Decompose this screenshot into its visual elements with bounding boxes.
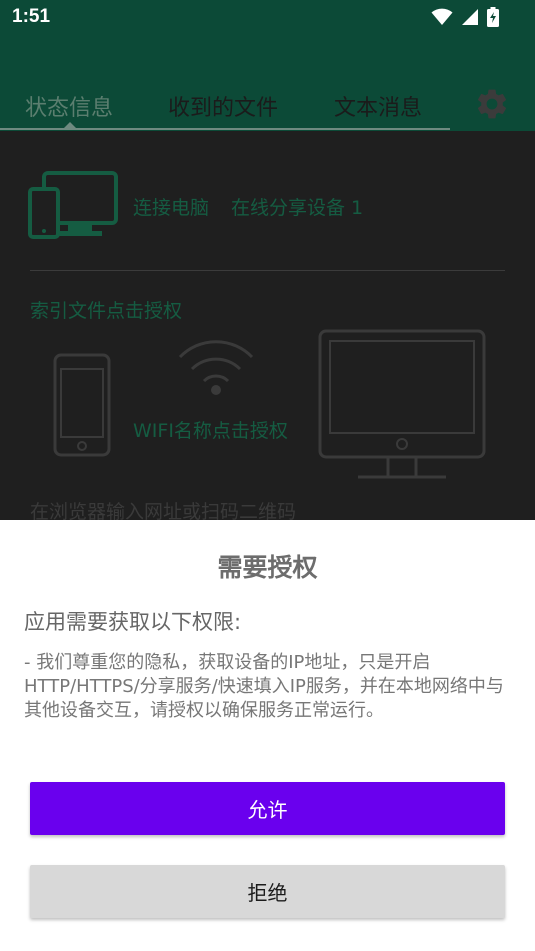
app-bar: 状态信息 收到的文件 文本消息	[0, 36, 535, 131]
connect-pc-link[interactable]: 连接电脑	[133, 193, 209, 220]
deny-button[interactable]: 拒绝	[30, 865, 505, 918]
monitor-icon	[318, 329, 486, 479]
battery-charging-icon	[487, 7, 499, 27]
status-content: 连接电脑 在线分享设备 1 索引文件点击授权 WIFI名称点击授权 在浏览器输入…	[0, 131, 535, 520]
wifi-icon	[431, 8, 453, 25]
tab-received-files[interactable]: 收到的文件	[168, 90, 278, 122]
devices-icon	[28, 171, 118, 239]
system-icons	[431, 7, 499, 27]
phone-icon	[53, 353, 111, 457]
tab-text-messages[interactable]: 文本消息	[334, 90, 422, 122]
content-divider	[30, 270, 505, 271]
tab-indicator-line	[0, 128, 450, 130]
dialog-subtitle: 应用需要获取以下权限:	[24, 610, 242, 634]
browser-hint-text: 在浏览器输入网址或扫码二维码	[30, 501, 297, 520]
dialog-title: 需要授权	[217, 553, 318, 582]
allow-button[interactable]: 允许	[30, 782, 505, 835]
index-files-link[interactable]: 索引文件点击授权	[30, 296, 182, 323]
status-bar: 1:51	[0, 0, 535, 36]
status-time: 1:51	[12, 6, 51, 27]
wifi-signal-icon	[178, 340, 254, 395]
tab-status-info[interactable]: 状态信息	[25, 90, 113, 122]
wifi-name-link[interactable]: WIFI名称点击授权	[133, 419, 293, 443]
online-devices-count[interactable]: 在线分享设备 1	[231, 193, 363, 220]
permission-dialog: 需要授权 应用需要获取以下权限: - 我们尊重您的隐私，获取设备的IP地址，只是…	[0, 520, 535, 951]
dialog-description: - 我们尊重您的隐私，获取设备的IP地址，只是开启HTTP/HTTPS/分享服务…	[24, 652, 504, 721]
gear-icon[interactable]	[474, 86, 510, 122]
signal-icon	[462, 9, 478, 25]
